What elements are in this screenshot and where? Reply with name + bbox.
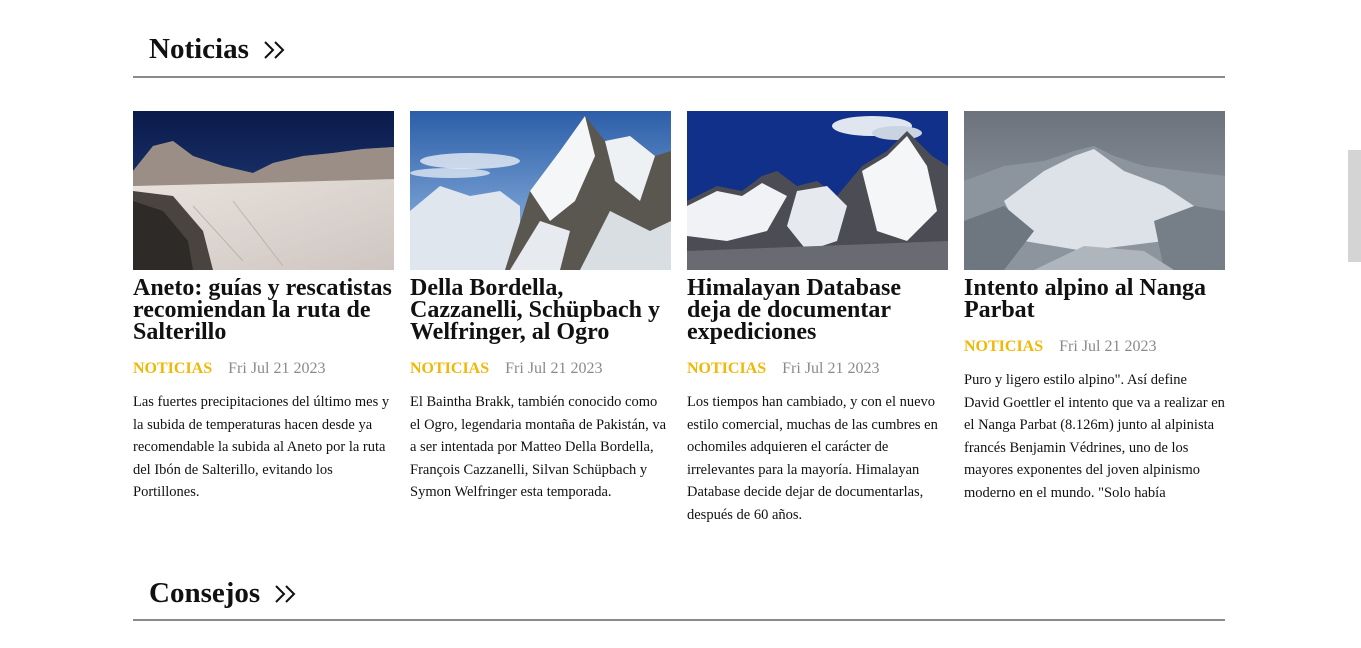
article-date: Fri Jul 21 2023 — [228, 360, 326, 377]
noticias-section-header: Noticias — [133, 28, 1225, 78]
article-excerpt: Las fuertes precipitaciones del último m… — [133, 394, 390, 500]
scrollbar-thumb[interactable] — [1348, 150, 1361, 262]
news-card: Della Bordella, Cazzanelli, Schüpbach y … — [410, 111, 671, 531]
category-link[interactable]: NOTICIAS — [964, 337, 1043, 357]
consejos-section-header: Consejos — [133, 572, 1225, 621]
consejos-section-link[interactable]: Consejos — [149, 577, 298, 610]
article-title-link[interactable]: Aneto: guías y rescatistas recomiendan l… — [133, 276, 394, 344]
category-link[interactable]: NOTICIAS — [687, 359, 766, 379]
article-date: Fri Jul 21 2023 — [1059, 338, 1157, 355]
article-excerpt: El Baintha Brakk, también conocido como … — [410, 394, 667, 500]
news-card: Intento alpino al Nanga Parbat NOTICIAS … — [964, 111, 1225, 531]
article-title-link[interactable]: Himalayan Database deja de documentar ex… — [687, 276, 948, 344]
article-date: Fri Jul 21 2023 — [505, 360, 603, 377]
article-thumbnail-image[interactable] — [410, 111, 671, 270]
double-chevron-right-icon — [275, 584, 296, 603]
double-chevron-right-icon — [264, 40, 285, 59]
section-title: Noticias — [149, 33, 249, 65]
article-thumbnail-image[interactable] — [964, 111, 1225, 270]
article-meta: NOTICIAS Fri Jul 21 2023 — [687, 359, 948, 379]
category-link[interactable]: NOTICIAS — [410, 359, 489, 379]
article-excerpt: Los tiempos han cambiado, y con el nuevo… — [687, 394, 938, 523]
news-card-list: Aneto: guías y rescatistas recomiendan l… — [133, 111, 1225, 531]
news-card: Himalayan Database deja de documentar ex… — [687, 111, 948, 531]
article-excerpt: Puro y ligero estilo alpino". Así define… — [964, 372, 1225, 501]
article-title-link[interactable]: Intento alpino al Nanga Parbat — [964, 276, 1225, 322]
noticias-section-link[interactable]: Noticias — [149, 33, 287, 66]
article-thumbnail-image[interactable] — [687, 111, 948, 270]
section-title: Consejos — [149, 577, 261, 609]
news-card: Aneto: guías y rescatistas recomiendan l… — [133, 111, 394, 531]
article-meta: NOTICIAS Fri Jul 21 2023 — [133, 359, 394, 379]
article-meta: NOTICIAS Fri Jul 21 2023 — [964, 337, 1225, 357]
category-link[interactable]: NOTICIAS — [133, 359, 212, 379]
article-title-link[interactable]: Della Bordella, Cazzanelli, Schüpbach y … — [410, 276, 671, 344]
article-date: Fri Jul 21 2023 — [782, 360, 880, 377]
article-thumbnail-image[interactable] — [133, 111, 394, 270]
article-meta: NOTICIAS Fri Jul 21 2023 — [410, 359, 671, 379]
page: Noticias Aneto: guías y rescatistas reco… — [0, 0, 1361, 648]
